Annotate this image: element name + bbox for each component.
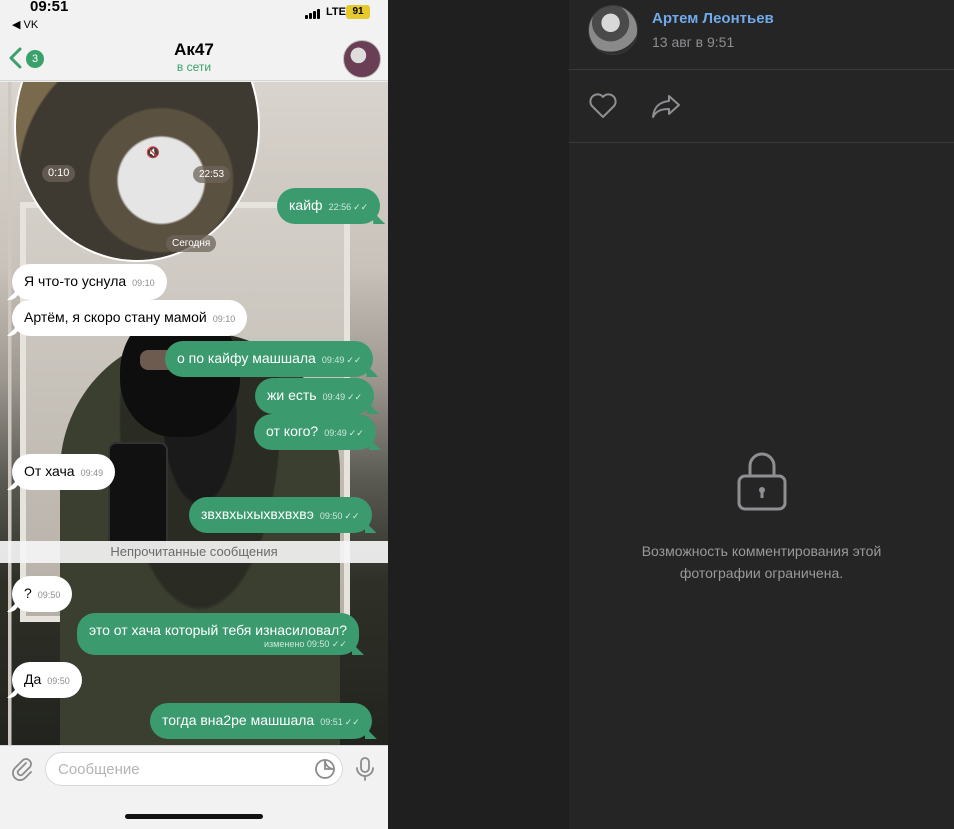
- author-avatar[interactable]: [588, 5, 638, 55]
- status-bar: 09:51 ◀ VK LTE 91: [0, 0, 388, 36]
- video-time: 22:53: [193, 166, 231, 183]
- back-to-app-link[interactable]: ◀ VK: [12, 18, 38, 31]
- divider: [569, 142, 954, 143]
- home-indicator[interactable]: [125, 814, 263, 819]
- vk-photo-panel: Артем Леонтьев 13 авг в 9:51 Возможность…: [569, 0, 954, 829]
- signal-icon: [305, 9, 323, 19]
- message-input[interactable]: [45, 752, 343, 786]
- message-in[interactable]: От хача 09:49: [12, 454, 116, 490]
- network-type: LTE: [326, 6, 346, 18]
- background-gap: [388, 0, 569, 829]
- attach-icon[interactable]: [10, 756, 34, 782]
- share-icon[interactable]: [650, 92, 682, 120]
- chat-header: 3 Ак47 в сети: [0, 36, 388, 81]
- chat-avatar[interactable]: [343, 40, 381, 78]
- message-out[interactable]: жи есть 09:49 ✓✓: [255, 378, 375, 414]
- message-out[interactable]: от кого? 09:49 ✓✓: [254, 414, 376, 450]
- telegram-screenshot: 09:51 ◀ VK LTE 91 3 Ак47 в сети 🔇 0:10 2…: [0, 0, 388, 829]
- date-divider: Сегодня: [166, 235, 217, 252]
- message-out[interactable]: о по кайфу машшала 09:49 ✓✓: [165, 341, 374, 377]
- message-out[interactable]: тогда вна2ре машшала 09:51 ✓✓: [150, 703, 372, 739]
- like-icon[interactable]: [588, 92, 618, 120]
- mute-icon[interactable]: 🔇: [144, 146, 162, 160]
- message-out[interactable]: звхвхыхыхвхвхвэ 09:50 ✓✓: [189, 497, 372, 533]
- sticker-icon[interactable]: [314, 758, 336, 780]
- message-out[interactable]: кайф 22:56 ✓✓: [277, 188, 381, 224]
- wallpaper-phone: [108, 442, 168, 552]
- online-status: в сети: [176, 60, 212, 74]
- message-out[interactable]: это от хача который тебя изнасиловал? изм…: [77, 613, 359, 655]
- author-name[interactable]: Артем Леонтьев: [652, 10, 774, 27]
- battery-indicator: 91: [346, 5, 370, 19]
- video-duration: 0:10: [42, 165, 76, 182]
- chat-title[interactable]: Ак47: [0, 40, 388, 60]
- comments-restricted-text: Возможность комментирования этой фотогра…: [641, 543, 882, 581]
- lock-icon: [737, 452, 787, 511]
- divider: [569, 69, 954, 70]
- message-in[interactable]: Я что-то уснула 09:10: [12, 264, 167, 300]
- chat-area[interactable]: 🔇 0:10 22:53 кайф 22:56 ✓✓ Сегодня Я что-т…: [0, 82, 388, 745]
- unread-divider: Непрочитанные сообщения: [0, 541, 388, 563]
- message-in[interactable]: ? 09:50: [12, 576, 73, 612]
- mic-icon[interactable]: [354, 756, 376, 782]
- message-in[interactable]: Артём, я скоро стану мамой 09:10: [12, 300, 248, 336]
- status-time: 09:51: [30, 0, 69, 15]
- message-in[interactable]: Да 09:50: [12, 662, 82, 698]
- composer: [0, 745, 388, 829]
- post-date: 13 авг в 9:51: [652, 34, 735, 50]
